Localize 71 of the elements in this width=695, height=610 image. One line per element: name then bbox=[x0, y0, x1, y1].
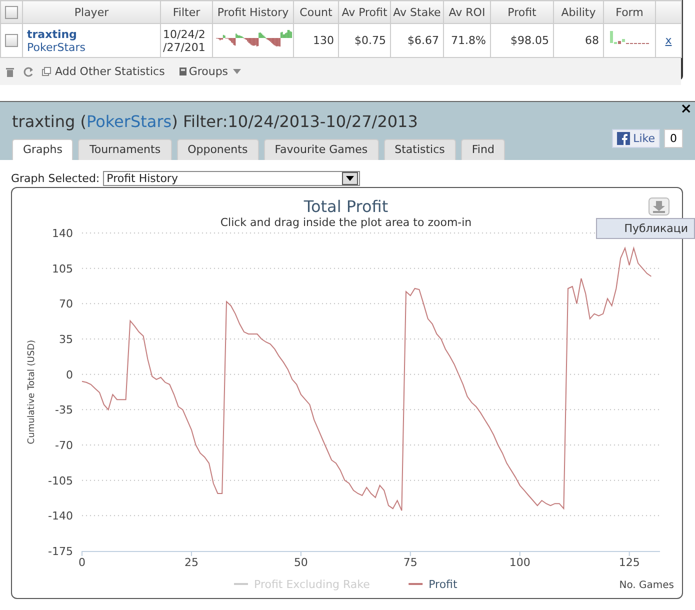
y-axis-tick-label: -140 bbox=[48, 510, 73, 523]
chart-subtitle: Click and drag inside the plot area to zoom-in bbox=[220, 216, 472, 229]
groups-icon bbox=[178, 67, 187, 76]
y-axis-tick-label: 35 bbox=[59, 333, 73, 346]
column-header[interactable]: Count bbox=[294, 0, 338, 24]
table-cell: $0.75 bbox=[354, 34, 386, 47]
player-link[interactable]: traxting bbox=[27, 28, 77, 40]
caret-icon bbox=[233, 69, 242, 74]
x-axis-title: No. Games bbox=[619, 580, 674, 591]
groups-menu-button[interactable]: Groups bbox=[178, 65, 242, 78]
like-button[interactable]: Like bbox=[612, 129, 660, 148]
site-link[interactable]: PokerStars bbox=[27, 40, 86, 54]
y-axis-title: Cumulative Total (USD) bbox=[27, 340, 37, 444]
table-cell: 71.8% bbox=[451, 34, 486, 47]
remove-link[interactable]: x bbox=[665, 34, 672, 47]
trash-icon[interactable] bbox=[5, 66, 15, 77]
column-header[interactable]: Profit History bbox=[212, 0, 294, 24]
column-header[interactable]: Filter bbox=[160, 0, 212, 24]
table-cell: 130 bbox=[313, 34, 334, 47]
facebook-logo-icon bbox=[617, 132, 630, 145]
column-header[interactable]: Player bbox=[22, 0, 160, 24]
player-name: traxting bbox=[12, 112, 76, 131]
graph-select-dropdown[interactable]: Profit History bbox=[102, 171, 360, 186]
x-axis-tick-label: 0 bbox=[78, 556, 86, 569]
y-axis-tick-label: 140 bbox=[52, 227, 73, 240]
tab[interactable]: Graphs bbox=[12, 139, 74, 160]
column-header[interactable]: Ability bbox=[554, 0, 604, 24]
tab[interactable]: Statistics bbox=[384, 139, 456, 160]
graph-select-label: Graph Selected: bbox=[11, 172, 100, 185]
select-all-checkbox[interactable] bbox=[5, 6, 18, 19]
column-header[interactable]: Profit bbox=[490, 0, 554, 24]
refresh-icon[interactable] bbox=[23, 66, 34, 78]
column-header[interactable]: Av Stake bbox=[390, 0, 444, 24]
download-button[interactable] bbox=[648, 198, 670, 216]
caret-icon bbox=[346, 176, 354, 181]
y-axis-tick-label: -70 bbox=[55, 439, 73, 452]
tab[interactable]: Tournaments bbox=[78, 139, 172, 160]
filter-range: Filter:10/24/2013-10/27/2013 bbox=[182, 112, 418, 131]
y-axis-tick-label: 70 bbox=[59, 298, 73, 311]
chart-title: Total Profit bbox=[304, 197, 388, 216]
table-cell: $98.05 bbox=[510, 34, 549, 47]
x-axis-tick-label: 125 bbox=[618, 556, 640, 569]
y-axis-tick-label: 105 bbox=[52, 262, 73, 276]
close-button[interactable]: × bbox=[680, 102, 692, 116]
legend-item[interactable]: Profit bbox=[408, 578, 458, 591]
column-header[interactable]: Av ROI bbox=[444, 0, 490, 24]
export-menu-item[interactable]: Публикаци bbox=[596, 218, 695, 239]
add-statistics-button[interactable]: Add Other Statistics bbox=[42, 65, 165, 78]
x-axis-tick-label: 75 bbox=[403, 556, 418, 569]
column-header[interactable]: Form bbox=[604, 0, 656, 24]
table-cell: 68 bbox=[585, 34, 599, 47]
y-axis-tick-label: -105 bbox=[48, 474, 73, 488]
x-axis-tick-label: 25 bbox=[184, 556, 198, 569]
filter-date: 10/24/2 bbox=[163, 28, 206, 40]
row-checkbox[interactable] bbox=[5, 34, 18, 48]
x-axis-tick-label: 50 bbox=[294, 556, 308, 569]
tab[interactable]: Find bbox=[460, 139, 506, 160]
x-axis-tick-label: 100 bbox=[509, 556, 530, 569]
y-axis-tick-label: -175 bbox=[48, 545, 73, 558]
bracket-text: ) bbox=[172, 112, 178, 131]
filter-date: /27/201 bbox=[163, 40, 206, 54]
bracket-text: ( bbox=[80, 112, 86, 131]
y-axis-tick-label: 0 bbox=[66, 368, 73, 382]
legend-label: Profit bbox=[428, 578, 458, 591]
tab[interactable]: Opponents bbox=[176, 139, 259, 160]
column-header[interactable]: Av Profit bbox=[338, 0, 390, 24]
table-cell: $6.67 bbox=[408, 34, 439, 47]
tab[interactable]: Favourite Games bbox=[264, 139, 379, 160]
copy-icon bbox=[42, 67, 51, 76]
like-count: 0 bbox=[664, 129, 683, 148]
y-axis-tick-label: -35 bbox=[55, 404, 73, 417]
